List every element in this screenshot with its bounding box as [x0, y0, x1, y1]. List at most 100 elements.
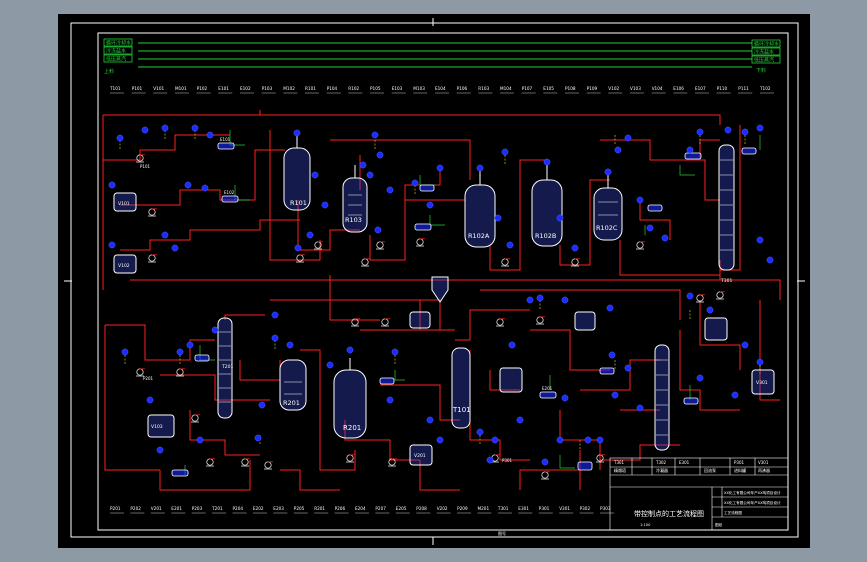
- instrument-bubble: [294, 244, 302, 252]
- footer-tag: P209: [457, 506, 468, 511]
- footer-tag: P302: [580, 506, 591, 511]
- exchanger-e112: [171, 469, 189, 477]
- label-v101: V101: [118, 201, 130, 207]
- footer-tag: T301: [497, 506, 509, 511]
- instrument-bubble: [374, 226, 382, 234]
- exchanger-e103: [414, 223, 432, 231]
- instrument-bubble: [731, 391, 739, 399]
- exchanger-e108: [194, 354, 210, 362]
- instrument-bubble: [321, 201, 329, 209]
- instrument-bubble: [741, 128, 749, 136]
- drawing-title: 带控制点的工艺流程图: [634, 509, 704, 518]
- label-t301: T301: [720, 278, 732, 284]
- header-tag: E102: [240, 86, 251, 91]
- tank-v202: [499, 367, 523, 393]
- instrument-bubble: [306, 231, 314, 239]
- instrument-bubble: [161, 231, 169, 239]
- instrument-bubble: [201, 184, 209, 192]
- footer-tag: P202: [130, 506, 141, 511]
- instrument-bubble: [366, 171, 374, 179]
- instrument-bubble: [614, 146, 622, 154]
- header-tag: E106: [673, 86, 684, 91]
- instrument-bubble: [606, 304, 614, 312]
- legend-left-2: 低压蒸汽: [106, 56, 126, 63]
- instrument-bubble: [161, 124, 169, 132]
- footer-tag: P204: [233, 506, 244, 511]
- footer-tag: R201: [314, 506, 325, 511]
- footer-tag: P303: [600, 506, 611, 511]
- instrument-bubble: [646, 224, 654, 232]
- instrument-bubble: [156, 446, 164, 454]
- instrument-bubble: [491, 436, 499, 444]
- header-tag: T102: [759, 86, 771, 91]
- exchanger-e111: [599, 367, 615, 375]
- instrument-bubble: [506, 241, 514, 249]
- label-r103: R103: [345, 216, 362, 224]
- header-tag: V102: [608, 86, 619, 91]
- legend-right-3: 下料: [756, 67, 766, 74]
- header-tag: E103: [392, 86, 403, 91]
- header-tag: R102: [348, 86, 359, 91]
- instrument-bubble: [476, 164, 484, 172]
- instrument-bubble: [508, 341, 516, 349]
- footer-tag: P207: [375, 506, 386, 511]
- instrument-bubble: [271, 311, 279, 319]
- instrument-bubble: [254, 434, 262, 442]
- label-v102: V102: [118, 263, 130, 269]
- label-v301: V301: [756, 380, 768, 386]
- instrument-bubble: [171, 244, 179, 252]
- instrument-bubble: [756, 124, 764, 132]
- rev-row-2: E301: [679, 460, 690, 465]
- instrument-bubble: [624, 364, 632, 372]
- instrument-bubble: [186, 341, 194, 349]
- exchanger-e114: [683, 397, 699, 405]
- label-r102a: R102A: [468, 232, 490, 240]
- tank-v203: [704, 317, 728, 341]
- instrument-bubble: [486, 456, 494, 464]
- rev-note-3: 进料罐: [734, 467, 746, 473]
- label-v201: V201: [414, 453, 426, 459]
- instrument-bubble: [561, 394, 569, 402]
- label-p301: P301: [502, 458, 513, 463]
- instrument-bubble: [541, 458, 549, 466]
- rev-note-1: 冷凝器: [656, 467, 668, 473]
- instrument-bubble: [286, 341, 294, 349]
- instrument-bubble: [741, 341, 749, 349]
- footer-tag: E203: [273, 506, 284, 511]
- exchanger-e106: [684, 152, 702, 160]
- instrument-bubble: [121, 348, 129, 356]
- instrument-bubble: [556, 436, 564, 444]
- instrument-bubble: [584, 436, 592, 444]
- footer-tag: E201: [171, 506, 182, 511]
- exchanger-e110: [539, 391, 557, 399]
- instrument-bubble: [146, 396, 154, 404]
- legend-right-1: 冷冻盐水: [754, 49, 774, 56]
- instrument-bubble: [196, 436, 204, 444]
- legend-left-0: 循环冷却水: [106, 40, 131, 47]
- rev-row-4: V301: [758, 460, 769, 465]
- legend-right-2: 低压蒸汽: [754, 57, 774, 64]
- instrument-bubble: [211, 326, 219, 334]
- header-tag: P107: [522, 86, 533, 91]
- header-tag: V103: [630, 86, 641, 91]
- instrument-bubble: [191, 124, 199, 132]
- instrument-bubble: [596, 436, 604, 444]
- scale-label: 1:100: [640, 523, 651, 527]
- header-tag: E104: [435, 86, 446, 91]
- footer-tag: P301: [539, 506, 550, 511]
- label-e102: E102: [224, 190, 235, 195]
- footer-tag: M201: [478, 506, 490, 511]
- instrument-bubble: [706, 306, 714, 314]
- header-tag: M101: [175, 86, 187, 91]
- info-row-2: XX化工有限公司年产XX吨项目设计: [724, 500, 781, 505]
- instrument-bubble: [371, 131, 379, 139]
- instrument-bubble: [536, 294, 544, 302]
- instrument-bubble: [116, 134, 124, 142]
- instrument-bubble: [756, 358, 764, 366]
- footer-tag: P203: [192, 506, 203, 511]
- instrument-bubble: [686, 146, 694, 154]
- footer-tag: P205: [294, 506, 305, 511]
- footer-tag: P206: [335, 506, 346, 511]
- cad-viewport[interactable]: 循环冷却水 冷冻盐水 低压蒸汽 上料 循环冷却水 冷冻盐水 低压蒸汽 下料 T1…: [0, 0, 867, 562]
- instrument-bubble: [766, 256, 774, 264]
